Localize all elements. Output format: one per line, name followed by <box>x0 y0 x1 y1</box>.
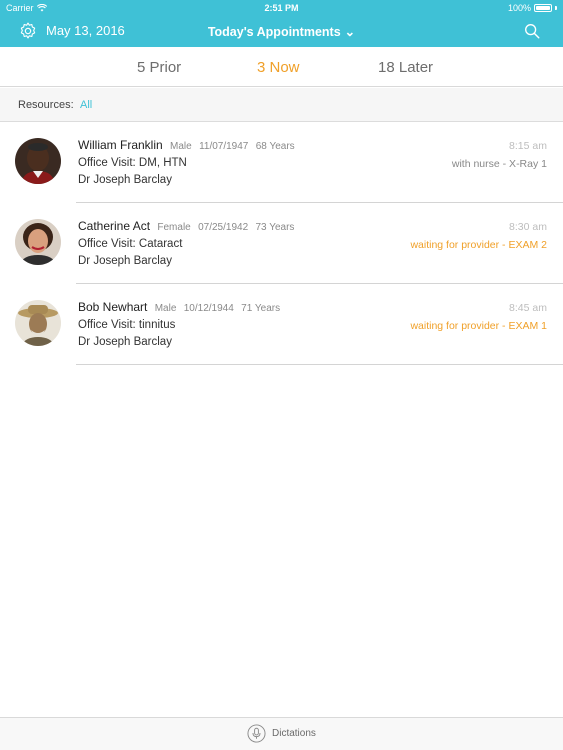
microphone-icon <box>247 724 266 743</box>
patient-name-label: Bob Newhart <box>78 300 148 314</box>
bottom-toolbar: Dictations <box>0 717 563 750</box>
patient-name-label: Catherine Act <box>78 219 151 233</box>
battery-indicator: 100% <box>508 3 557 13</box>
resources-filter-value[interactable]: All <box>80 99 92 111</box>
chevron-down-icon: ⌄ <box>344 25 356 39</box>
battery-icon <box>534 4 552 12</box>
patient-dob: 10/12/1944 <box>183 303 234 314</box>
appointment-status: waiting for provider - EXAM 1 <box>410 320 547 332</box>
status-bar: Carrier 2:51 PM 100% <box>0 0 563 16</box>
appointment-time: 8:30 am <box>509 221 547 233</box>
appointment-row[interactable]: Catherine Act Female 07/25/1942 73 Years… <box>0 203 563 284</box>
resources-filter-bar: Resources: All <box>0 88 563 122</box>
avatar <box>15 138 61 184</box>
patient-name: Catherine Act Female 07/25/1942 73 Years <box>78 219 294 233</box>
patient-dob: 07/25/1942 <box>198 222 249 233</box>
appointment-time-tabs: 5 Prior 3 Now 18 Later <box>0 47 563 87</box>
battery-percent: 100% <box>507 3 531 13</box>
provider-name: Dr Joseph Barclay <box>78 255 172 267</box>
top-bar: Carrier 2:51 PM 100% May 13, 2016 Today'… <box>0 0 563 47</box>
resources-label: Resources: <box>18 99 74 111</box>
avatar <box>15 219 61 265</box>
patient-name-label: William Franklin <box>78 138 163 152</box>
search-icon[interactable] <box>523 22 541 40</box>
patient-age: 68 Years <box>255 141 295 152</box>
navigation-bar: May 13, 2016 Today's Appointments ⌄ <box>0 16 563 47</box>
patient-name: William Franklin Male 11/07/1947 68 Year… <box>78 138 295 152</box>
provider-name: Dr Joseph Barclay <box>78 174 172 186</box>
status-time: 2:51 PM <box>264 3 299 13</box>
patient-gender: Male <box>170 141 192 152</box>
provider-name: Dr Joseph Barclay <box>78 336 172 348</box>
appointment-status: waiting for provider - EXAM 2 <box>410 239 547 251</box>
page-title-label: Today's Appointments <box>207 25 341 39</box>
tab-prior[interactable]: 5 Prior <box>137 59 181 76</box>
patient-name: Bob Newhart Male 10/12/1944 71 Years <box>78 300 280 314</box>
tab-now[interactable]: 3 Now <box>257 59 300 76</box>
appointment-status: with nurse - X-Ray 1 <box>451 158 547 170</box>
page-title[interactable]: Today's Appointments ⌄ <box>0 24 563 39</box>
dictations-label: Dictations <box>272 728 316 739</box>
row-divider <box>76 364 563 365</box>
patient-gender: Female <box>157 222 191 233</box>
avatar <box>15 300 61 346</box>
visit-reason: Office Visit: tinnitus <box>78 319 176 331</box>
appointment-row[interactable]: William Franklin Male 11/07/1947 68 Year… <box>0 122 563 203</box>
patient-gender: Male <box>154 303 177 314</box>
patient-dob: 11/07/1947 <box>199 141 249 152</box>
tab-later[interactable]: 18 Later <box>378 59 433 76</box>
patient-age: 71 Years <box>241 303 281 314</box>
appointment-time: 8:45 am <box>509 302 547 314</box>
visit-reason: Office Visit: DM, HTN <box>78 157 187 169</box>
appointment-time: 8:15 am <box>509 140 547 152</box>
visit-reason: Office Visit: Cataract <box>78 238 183 250</box>
patient-age: 73 Years <box>255 222 295 233</box>
dictations-button[interactable]: Dictations <box>247 724 316 743</box>
appointment-row[interactable]: Bob Newhart Male 10/12/1944 71 Years Off… <box>0 284 563 365</box>
